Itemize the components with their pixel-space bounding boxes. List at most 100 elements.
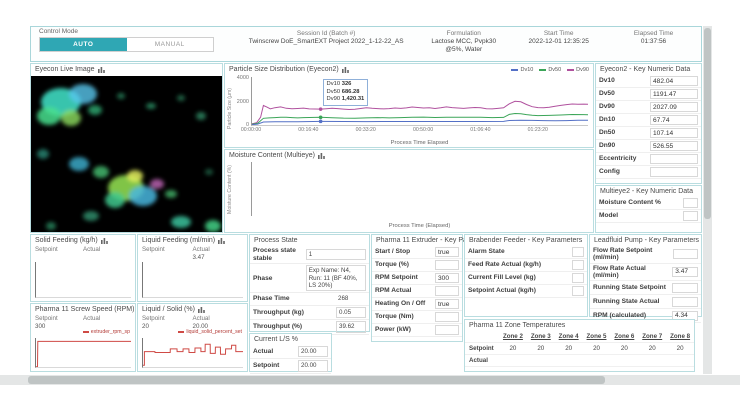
param-row: Torque (Nm) <box>372 311 462 324</box>
param-value[interactable] <box>435 260 459 270</box>
zone-cell: 20 <box>610 343 638 354</box>
tooltip-label: Dv90 <box>327 96 341 102</box>
param-value[interactable]: 67.74 <box>650 115 698 125</box>
formulation-label: Formulation <box>416 30 511 37</box>
param-row: Setpoint Actual (kg/h) <box>465 285 587 298</box>
param-label: Torque (%) <box>375 261 409 268</box>
param-row: Alarm State <box>465 246 587 259</box>
bar-chart-icon <box>218 237 225 244</box>
param-label: Phase <box>253 275 303 283</box>
dv90-line-swatch <box>567 69 574 71</box>
red-line-swatch <box>83 331 89 333</box>
param-value[interactable] <box>572 273 584 283</box>
zone-cell: Zone 3 <box>527 331 555 342</box>
zone-data-row: Setpoint20202020202020 <box>465 343 694 355</box>
zone-cell: Zone 6 <box>610 331 638 342</box>
param-row: Dn10 67.74 <box>596 114 701 127</box>
param-value[interactable]: 107.14 <box>650 128 698 138</box>
bar-chart-icon <box>101 237 108 244</box>
param-value[interactable] <box>572 260 584 270</box>
param-value[interactable] <box>672 283 698 293</box>
param-label: Actual <box>253 348 273 356</box>
setpoint-label: Setpoint <box>35 315 58 322</box>
session-id-value: Twinscrew DoE_SmartEXT Project 2022_1-12… <box>236 38 416 46</box>
liquid-solid-legend: liquid_solid_percent_set <box>178 329 242 335</box>
chart-canvas <box>252 77 588 125</box>
param-value[interactable] <box>572 286 584 296</box>
tooltip-label: Dv10 <box>327 81 341 87</box>
eyecon2-table: Dv10482.04Dv501191.47Dv902027.09Dn1067.7… <box>596 75 701 179</box>
param-value[interactable] <box>435 312 459 322</box>
screw-speed-title: Pharma 11 Screw Speed (RPM) <box>35 306 134 313</box>
param-value[interactable]: 526.55 <box>650 141 698 151</box>
param-value[interactable]: 0.05 <box>336 307 366 318</box>
zone-cell: Setpoint <box>465 343 499 354</box>
param-row: Feed Rate Actual (kg/h) <box>465 259 587 272</box>
liquid-solid-chart-plot[interactable] <box>142 338 243 368</box>
param-value[interactable]: 2027.09 <box>650 102 698 112</box>
bar-chart-icon <box>98 66 105 73</box>
bar-chart-icon <box>198 306 205 313</box>
zone-cell: Zone 2 <box>499 331 527 342</box>
zone-cell <box>465 331 499 342</box>
zone-cell: Zone 5 <box>583 331 611 342</box>
param-value[interactable] <box>435 286 459 296</box>
multieye2-panel-title: Multieye2 - Key Numeric Data <box>600 188 693 195</box>
param-value[interactable]: Exp Name: N4, Run: 11 (BF 40%, LS 20%) <box>306 265 366 291</box>
param-value[interactable]: 1191.47 <box>650 89 698 99</box>
legend-label: Dv50 <box>548 67 561 73</box>
legend-label: extruder_rpm_sp <box>91 329 130 335</box>
param-value[interactable] <box>672 297 698 307</box>
vertical-scrollbar-thumb[interactable] <box>704 28 711 219</box>
screw-speed-legend: extruder_rpm_sp <box>83 329 130 335</box>
param-value[interactable]: true <box>435 247 459 257</box>
zone-cell <box>583 355 611 366</box>
param-value[interactable]: 20.00 <box>298 346 328 357</box>
screw-speed-panel: Pharma 11 Screw Speed (RPM) Setpoint300 … <box>30 303 136 372</box>
param-value[interactable] <box>683 211 698 221</box>
leadfluid-key-params-panel: Leadfluid Pump - Key Parameters Flow Rat… <box>589 234 702 317</box>
param-value[interactable]: 482.04 <box>650 76 698 86</box>
brabender-panel-title: Brabender Feeder - Key Parameters <box>469 237 582 244</box>
param-row: Power (kW) <box>372 324 462 337</box>
solid-feeding-chart-plot[interactable] <box>35 262 131 298</box>
param-label: Phase Time <box>253 295 290 303</box>
setpoint-label: Setpoint <box>35 246 58 253</box>
zone-temperatures-title: Pharma 11 Zone Temperatures <box>469 322 565 329</box>
setpoint-value: 300 <box>35 323 83 330</box>
param-value[interactable]: 1 <box>306 249 366 260</box>
horizontal-scrollbar-thumb[interactable] <box>28 376 605 384</box>
param-value[interactable] <box>435 325 459 335</box>
manual-button[interactable]: MANUAL <box>127 38 214 51</box>
param-value[interactable]: 300 <box>435 273 459 283</box>
zone-cell: 20 <box>583 343 611 354</box>
param-label: Dn10 <box>599 116 615 123</box>
param-value[interactable]: 39.62 <box>336 321 366 332</box>
y-tick-label: 4000 <box>237 75 249 81</box>
liquid-feeding-chart-plot[interactable] <box>142 262 243 298</box>
param-value[interactable]: true <box>435 299 459 309</box>
auto-button[interactable]: AUTO <box>40 38 127 51</box>
chart-canvas <box>143 338 243 367</box>
solid-feeding-panel: Solid Feeding (kg/h) Setpoint Actual <box>30 234 136 302</box>
psd-chart-plot[interactable]: Dv10 326 Dv50 686.28 Dv90 1,420.31 <box>251 77 588 126</box>
start-time-group: Start Time 2022-12-01 12:35:25 <box>511 27 606 61</box>
param-value[interactable] <box>673 249 698 259</box>
eyecon2-panel-title: Eyecon2 - Key Numeric Data <box>600 66 690 73</box>
param-value[interactable] <box>683 198 698 208</box>
param-value[interactable] <box>650 154 698 164</box>
current-ls-row: Setpoint 20.00 <box>250 359 331 373</box>
param-value[interactable]: 20.00 <box>298 360 328 371</box>
moisture-x-axis-label: Process Time (Elapsed) <box>251 223 588 229</box>
zone-cell <box>555 355 583 366</box>
eyecon-live-image <box>31 76 222 232</box>
param-label: Setpoint <box>253 362 279 370</box>
zone-cell: 20 <box>527 343 555 354</box>
screw-speed-chart-plot[interactable] <box>35 338 131 368</box>
param-value[interactable] <box>572 247 584 257</box>
dv10-line-swatch <box>511 69 518 71</box>
param-value[interactable]: 3.47 <box>672 267 698 277</box>
moisture-chart-plot[interactable] <box>251 162 587 216</box>
process-state-row: Throughput (kg) 0.05 <box>250 306 369 320</box>
param-value[interactable] <box>650 167 698 177</box>
